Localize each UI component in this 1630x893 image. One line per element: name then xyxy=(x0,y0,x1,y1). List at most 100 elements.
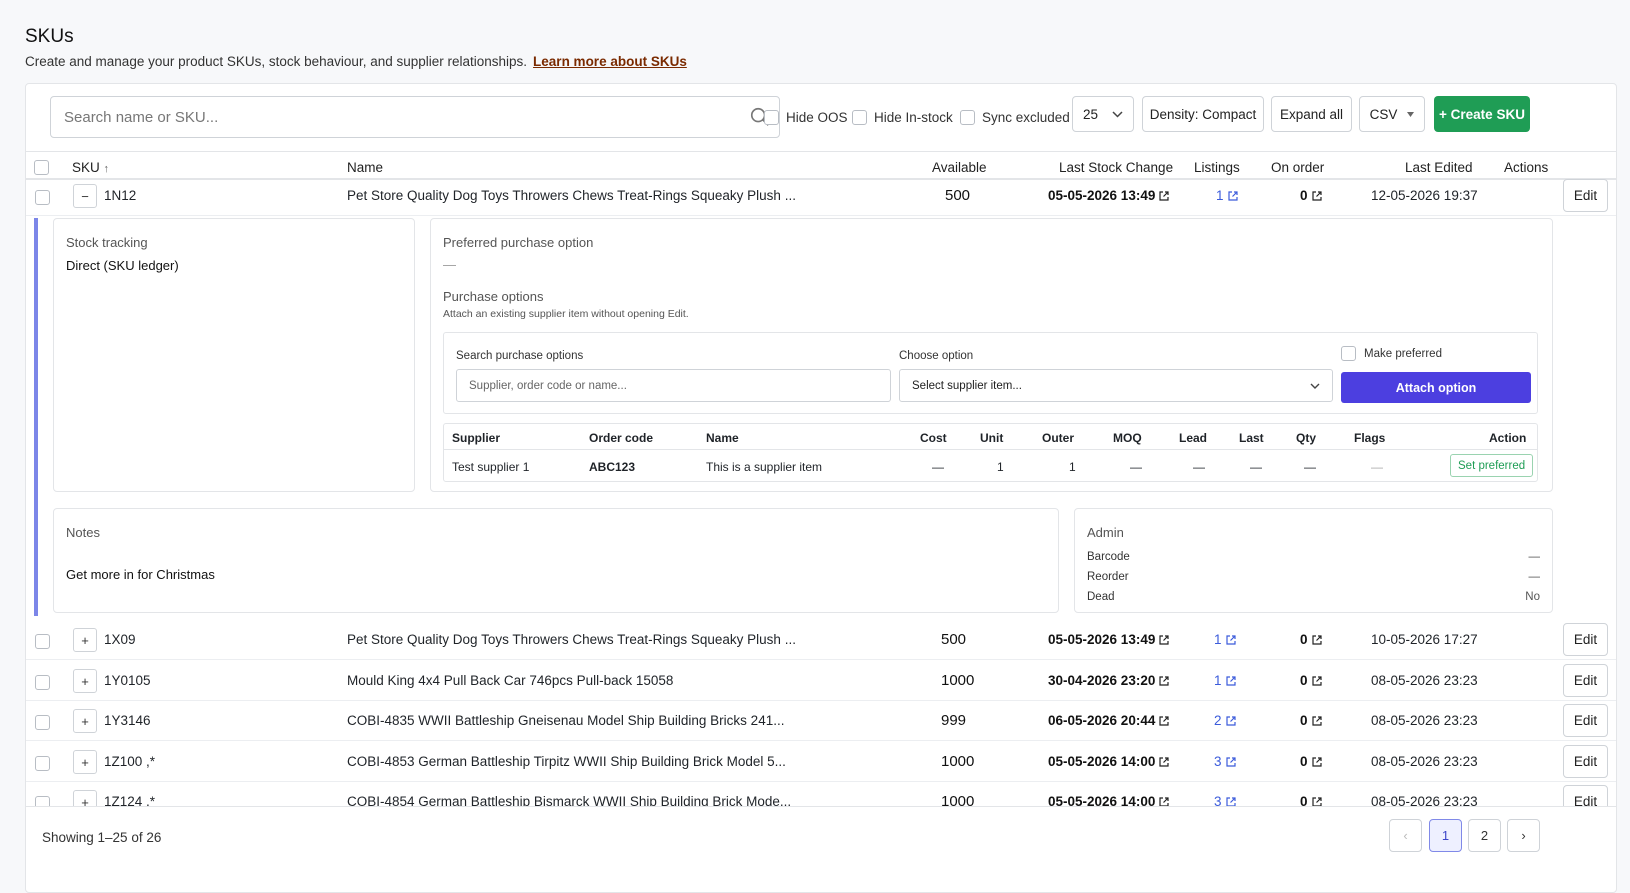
last-change-link[interactable]: 05-05-2026 13:49 xyxy=(1048,188,1169,203)
available-cell: 999 xyxy=(941,712,967,729)
col-sku[interactable]: SKU ↑ xyxy=(72,160,109,175)
po-col-action: Action xyxy=(1489,431,1527,445)
expand-button[interactable]: + xyxy=(73,750,97,774)
on-order-link[interactable]: 0 xyxy=(1300,632,1322,647)
collapse-button[interactable]: − xyxy=(73,184,97,208)
external-link-icon xyxy=(1227,191,1238,201)
col-listings[interactable]: Listings xyxy=(1194,160,1240,175)
external-link-icon xyxy=(1225,676,1236,686)
create-sku-button[interactable]: + Create SKU xyxy=(1434,96,1530,132)
external-link-icon xyxy=(1225,757,1236,767)
on-order-value: 0 xyxy=(1300,754,1308,769)
expand-button[interactable]: + xyxy=(73,709,97,733)
external-link-icon xyxy=(1311,716,1322,726)
row-checkbox[interactable] xyxy=(35,756,50,771)
last-change-link[interactable]: 05-05-2026 13:49 xyxy=(1048,632,1169,647)
listings-link[interactable]: 1 xyxy=(1216,188,1238,203)
hide-oos-checkbox[interactable] xyxy=(764,110,779,125)
po-col-outer: Outer xyxy=(1042,431,1075,445)
purchase-options-table: Supplier Order code Name Cost Unit Outer… xyxy=(443,423,1538,482)
listings-link[interactable]: 2 xyxy=(1214,713,1236,728)
on-order-link[interactable]: 0 xyxy=(1300,754,1322,769)
search-input[interactable] xyxy=(51,97,721,137)
po-col-lead: Lead xyxy=(1179,431,1208,445)
notes-value: Get more in for Christmas xyxy=(66,567,215,582)
page-1-button[interactable]: 1 xyxy=(1429,819,1462,852)
col-on-order[interactable]: On order xyxy=(1271,160,1324,175)
page-size-select[interactable]: 25 xyxy=(1072,96,1134,132)
edit-button[interactable]: Edit xyxy=(1563,745,1608,778)
search-po-input[interactable]: Supplier, order code or name... xyxy=(456,369,891,402)
edit-button[interactable]: Edit xyxy=(1563,623,1608,656)
on-order-link[interactable]: 0 xyxy=(1300,713,1322,728)
table-row[interactable]: +1X09 Pet Store Quality Dog Toys Throwers… xyxy=(26,619,1616,660)
table-row[interactable]: +1Y3146 COBI-4835 WWII Battleship Gneisen… xyxy=(26,700,1616,741)
purchase-options-card: Preferred purchase option — Purchase opt… xyxy=(430,218,1553,492)
listings-link[interactable]: 1 xyxy=(1214,632,1236,647)
prev-page-button[interactable]: ‹ xyxy=(1389,819,1422,852)
csv-label: CSV xyxy=(1369,106,1398,122)
table-row[interactable]: − 1N12 Pet Store Quality Dog Toys Throwe… xyxy=(26,175,1616,216)
expand-all-button[interactable]: Expand all xyxy=(1271,96,1352,132)
attach-option-button[interactable]: Attach option xyxy=(1341,372,1531,403)
col-last-stock-change[interactable]: Last Stock Change xyxy=(1059,160,1173,175)
search-po-label: Search purchase options xyxy=(456,350,584,362)
hide-instock-checkbox[interactable] xyxy=(852,110,867,125)
next-page-button[interactable]: › xyxy=(1507,819,1540,852)
available-cell: 500 xyxy=(945,187,971,204)
listings-link[interactable]: 3 xyxy=(1214,754,1236,769)
expand-button[interactable]: + xyxy=(73,669,97,693)
external-link-icon xyxy=(1159,757,1169,767)
pagination-footer: Showing 1–25 of 26 ‹ 1 2 › xyxy=(26,806,1616,866)
last-change-link[interactable]: 30-04-2026 23:20 xyxy=(1048,673,1169,688)
edit-button[interactable]: Edit xyxy=(1563,179,1608,212)
row-checkbox[interactable] xyxy=(35,634,50,649)
notes-label: Notes xyxy=(66,525,100,540)
available-cell: 500 xyxy=(941,631,967,648)
on-order-link[interactable]: 0 xyxy=(1300,673,1322,688)
hide-oos-toggle[interactable]: Hide OOS xyxy=(764,110,848,125)
edit-button[interactable]: Edit xyxy=(1563,704,1608,737)
make-preferred-toggle[interactable]: Make preferred xyxy=(1341,346,1442,361)
po-col-unit: Unit xyxy=(980,431,1004,445)
last-change-link[interactable]: 05-05-2026 14:00 xyxy=(1048,754,1169,769)
choose-option-select[interactable]: Select supplier item... xyxy=(899,369,1333,402)
external-link-icon xyxy=(1311,676,1322,686)
table-row[interactable]: +1Z100 ,* COBI-4853 German Battleship Tir… xyxy=(26,741,1616,782)
expand-button[interactable]: + xyxy=(73,628,97,652)
select-all-checkbox[interactable] xyxy=(34,160,49,175)
page-2-button[interactable]: 2 xyxy=(1468,819,1501,852)
set-preferred-button[interactable]: Set preferred xyxy=(1450,454,1534,477)
col-name[interactable]: Name xyxy=(347,160,383,175)
external-link-icon xyxy=(1159,635,1169,645)
hide-instock-toggle[interactable]: Hide In-stock xyxy=(852,110,953,125)
row-checkbox[interactable] xyxy=(35,190,50,205)
caret-down-icon xyxy=(1407,111,1415,117)
last-change-link[interactable]: 06-05-2026 20:44 xyxy=(1048,713,1169,728)
edit-button[interactable]: Edit xyxy=(1563,664,1608,697)
choose-option-label: Choose option xyxy=(899,350,974,362)
csv-dropdown[interactable]: CSV xyxy=(1359,96,1425,132)
po-col-name: Name xyxy=(706,431,739,445)
table-row[interactable]: +1Y0105 Mould King 4x4 Pull Back Car 746p… xyxy=(26,660,1616,701)
on-order-link[interactable]: 0 xyxy=(1300,188,1322,203)
po-name: This is a supplier item xyxy=(706,460,823,474)
po-col-flags: Flags xyxy=(1354,431,1386,445)
sync-excluded-checkbox[interactable] xyxy=(960,110,975,125)
col-available[interactable]: Available xyxy=(932,160,987,175)
sync-excluded-toggle[interactable]: Sync excluded xyxy=(960,110,1070,125)
po-lead: — xyxy=(1193,460,1205,474)
po-col-order-code: Order code xyxy=(589,431,654,445)
last-change-value: 05-05-2026 13:49 xyxy=(1048,188,1156,203)
last-change-value: 05-05-2026 14:00 xyxy=(1048,754,1156,769)
row-checkbox[interactable] xyxy=(35,715,50,730)
density-button[interactable]: Density: Compact xyxy=(1142,96,1264,132)
po-unit: 1 xyxy=(997,460,1004,474)
make-preferred-checkbox[interactable] xyxy=(1341,346,1356,361)
chevron-down-icon xyxy=(1112,110,1123,118)
sku-table-card: Hide OOS Hide In-stock Sync excluded 25 … xyxy=(25,83,1617,893)
row-checkbox[interactable] xyxy=(35,675,50,690)
learn-more-link[interactable]: Learn more about SKUs xyxy=(533,54,687,69)
col-last-edited[interactable]: Last Edited xyxy=(1405,160,1473,175)
listings-link[interactable]: 1 xyxy=(1214,673,1236,688)
